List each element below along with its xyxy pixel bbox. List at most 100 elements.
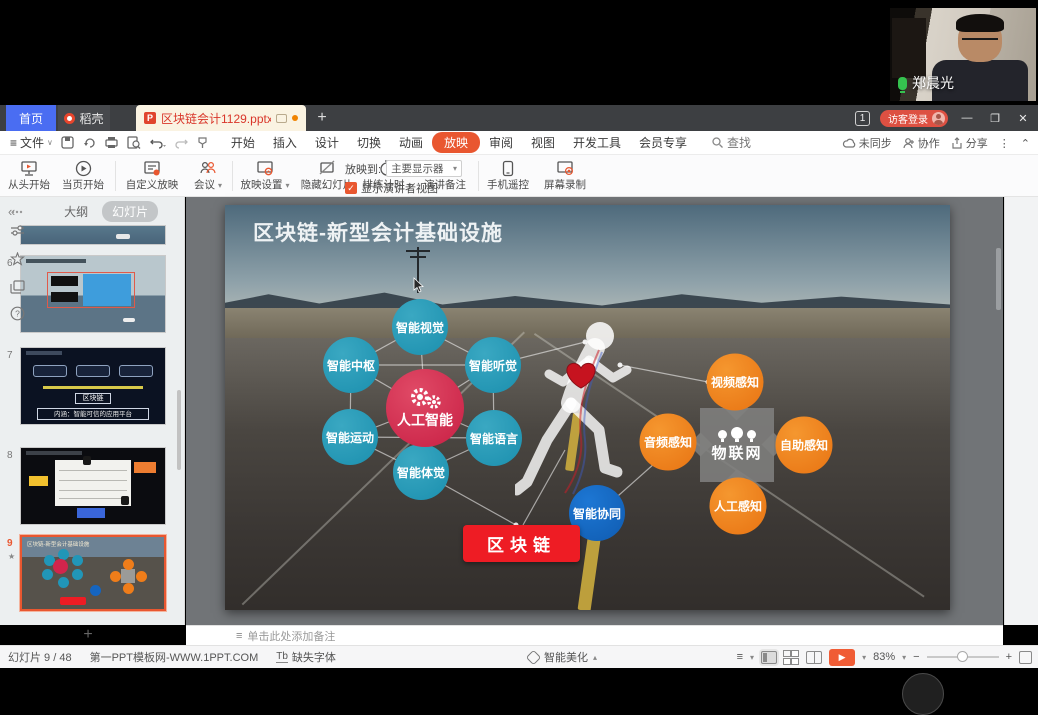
slide-sorter-view-button[interactable] (784, 651, 799, 664)
microphone-icon (898, 77, 907, 90)
custom-show-button[interactable]: 自定义放映 (120, 158, 184, 195)
ai-node-hearing[interactable]: 智能听觉 (465, 337, 521, 393)
iot-center-node[interactable]: 物联网 (700, 408, 774, 482)
play-from-current-button[interactable]: 当页开始 (56, 158, 110, 195)
print-preview-icon[interactable] (127, 136, 141, 149)
add-slide-button[interactable]: + (78, 626, 98, 644)
minimize-button[interactable]: — (958, 112, 976, 124)
play-from-beginning-button[interactable]: 从头开始 (2, 158, 56, 195)
ai-node-language[interactable]: 智能语言 (466, 410, 522, 466)
thumbnail-slide-7[interactable]: 区块链 内涵：智能可信的应用平台 (20, 347, 166, 425)
restore-button[interactable]: ❐ (986, 112, 1004, 125)
thumbnail-slide-9-selected[interactable]: 区块链-新型会计基础设施 (20, 535, 166, 611)
iot-node-audio[interactable]: 音频感知 (640, 414, 697, 471)
show-settings-button[interactable]: 放映设置 ▾ (236, 158, 294, 195)
tab-document[interactable]: P 区块链会计1129.pptx (136, 105, 306, 131)
reading-view-button[interactable] (806, 651, 822, 664)
print-icon[interactable] (105, 136, 118, 149)
tab-outline[interactable]: 大纲 (56, 201, 96, 222)
ai-center-node[interactable]: 人工智能 (386, 369, 464, 447)
notes-toggle-icon[interactable]: ≡ (737, 651, 743, 663)
iot-node-manual[interactable]: 人工感知 (710, 478, 767, 535)
checkbox-checked-icon[interactable]: ✓ (345, 182, 357, 194)
zoom-slider[interactable] (927, 656, 999, 658)
menu-item-start[interactable]: 开始 (222, 132, 264, 153)
panel-scrollbar[interactable] (177, 390, 181, 470)
template-name[interactable]: 第一PPT模板网-WWW.1PPT.COM (90, 649, 259, 665)
menu-item-insert[interactable]: 插入 (264, 132, 306, 153)
help-icon[interactable]: ? (0, 306, 34, 326)
tab-docer-label: 稻壳 (79, 110, 103, 127)
animation-star-icon: ★ (8, 552, 15, 561)
meeting-control-bubble[interactable] (902, 673, 944, 715)
ai-node-hub[interactable]: 智能中枢 (323, 337, 379, 393)
thumbnail-slide-8[interactable] (20, 447, 166, 525)
zoom-out-button[interactable]: − (913, 651, 919, 663)
collaborate-button[interactable]: 协作 (903, 135, 940, 151)
meeting-button[interactable]: 会议 ▾ (186, 158, 230, 195)
tab-docer[interactable]: 稻壳 (58, 105, 110, 131)
collapse-ribbon-icon[interactable]: ⌃ (1021, 137, 1030, 150)
screen-record-button[interactable]: 屏幕录制 (538, 158, 592, 195)
window-count-badge[interactable]: 1 (855, 111, 870, 126)
menu-item-slideshow[interactable]: 放映 (432, 132, 480, 153)
export-icon[interactable] (83, 136, 96, 149)
blockchain-box[interactable]: 区块链 (463, 525, 580, 562)
new-tab-button[interactable]: + (312, 107, 332, 129)
thumbnail-slide-5-partial[interactable] (20, 225, 166, 245)
slide-canvas[interactable]: 区块链-新型会计基础设施 (225, 205, 950, 610)
menu-item-transition[interactable]: 切换 (348, 132, 390, 153)
effects-star-icon[interactable] (0, 252, 34, 272)
thumbnail-number-active: 9 (7, 538, 13, 549)
search-label: 查找 (727, 134, 751, 151)
share-button[interactable]: 分享 (951, 135, 988, 151)
menu-item-design[interactable]: 设计 (306, 132, 348, 153)
share-label: 分享 (966, 135, 988, 151)
menu-item-member[interactable]: 会员专享 (630, 132, 696, 153)
normal-view-button[interactable] (761, 651, 777, 664)
file-menu[interactable]: ≡ 文件 ∨ (0, 134, 61, 151)
canvas-scrollbar[interactable] (996, 248, 1001, 310)
close-button[interactable]: ✕ (1014, 112, 1032, 125)
webcam-person-hair (956, 14, 1004, 32)
more-vert-icon[interactable]: ⋮ (999, 137, 1010, 150)
tab-home[interactable]: 首页 (6, 105, 56, 131)
ai-node-motion[interactable]: 智能运动 (322, 409, 378, 465)
thumbnail-slide-6[interactable] (20, 255, 166, 333)
display-target-select[interactable]: 主要显示器 ▾ (386, 160, 462, 177)
iot-node-video[interactable]: 视频感知 (707, 354, 764, 411)
redo-icon[interactable] (175, 136, 188, 149)
slideshow-play-button[interactable]: ▶ (829, 649, 855, 666)
save-icon[interactable] (61, 136, 74, 149)
properties-tune-icon[interactable] (0, 224, 34, 242)
search-box[interactable]: 查找 (712, 134, 751, 151)
menu-item-devtools[interactable]: 开发工具 (564, 132, 630, 153)
speaker-view-checkbox-row[interactable]: ✓ 显示演讲者视图 (345, 180, 438, 196)
custom-show-icon (143, 160, 161, 176)
ai-node-vision[interactable]: 智能视觉 (392, 299, 448, 355)
fit-to-window-icon[interactable] (1019, 651, 1032, 664)
notes-bar[interactable]: ≡ 单击此处添加备注 (186, 625, 1003, 645)
menu-item-view[interactable]: 视图 (522, 132, 564, 153)
smart-beautify-button[interactable]: 智能美化 ▴ (528, 649, 597, 665)
menu-item-review[interactable]: 审阅 (480, 132, 522, 153)
docer-icon (64, 113, 75, 124)
phone-remote-label: 手机遥控 (487, 177, 529, 192)
guest-login-button[interactable]: 访客登录 (880, 110, 948, 127)
ai-node-touch[interactable]: 智能体觉 (393, 444, 449, 500)
thumb-ship (116, 234, 130, 239)
tab-slides[interactable]: 幻灯片 (102, 201, 158, 222)
sync-status[interactable]: 未同步 (842, 135, 892, 151)
zoom-in-button[interactable]: + (1006, 651, 1012, 663)
notes-placeholder[interactable]: 单击此处添加备注 (247, 628, 335, 644)
sidebar-handle-icon[interactable] (0, 201, 34, 219)
duplicate-slides-icon[interactable] (0, 280, 34, 299)
undo-icon[interactable] (150, 136, 166, 149)
missing-font-warning[interactable]: Tb 缺失字体 (276, 649, 336, 665)
menu-item-animation[interactable]: 动画 (390, 132, 432, 153)
format-painter-icon[interactable] (197, 137, 208, 149)
iot-node-selfhelp[interactable]: 自助感知 (776, 417, 833, 474)
phone-remote-button[interactable]: 手机遥控 (482, 158, 534, 195)
zoom-slider-knob[interactable] (957, 651, 968, 662)
zoom-level[interactable]: 83% (873, 651, 895, 663)
